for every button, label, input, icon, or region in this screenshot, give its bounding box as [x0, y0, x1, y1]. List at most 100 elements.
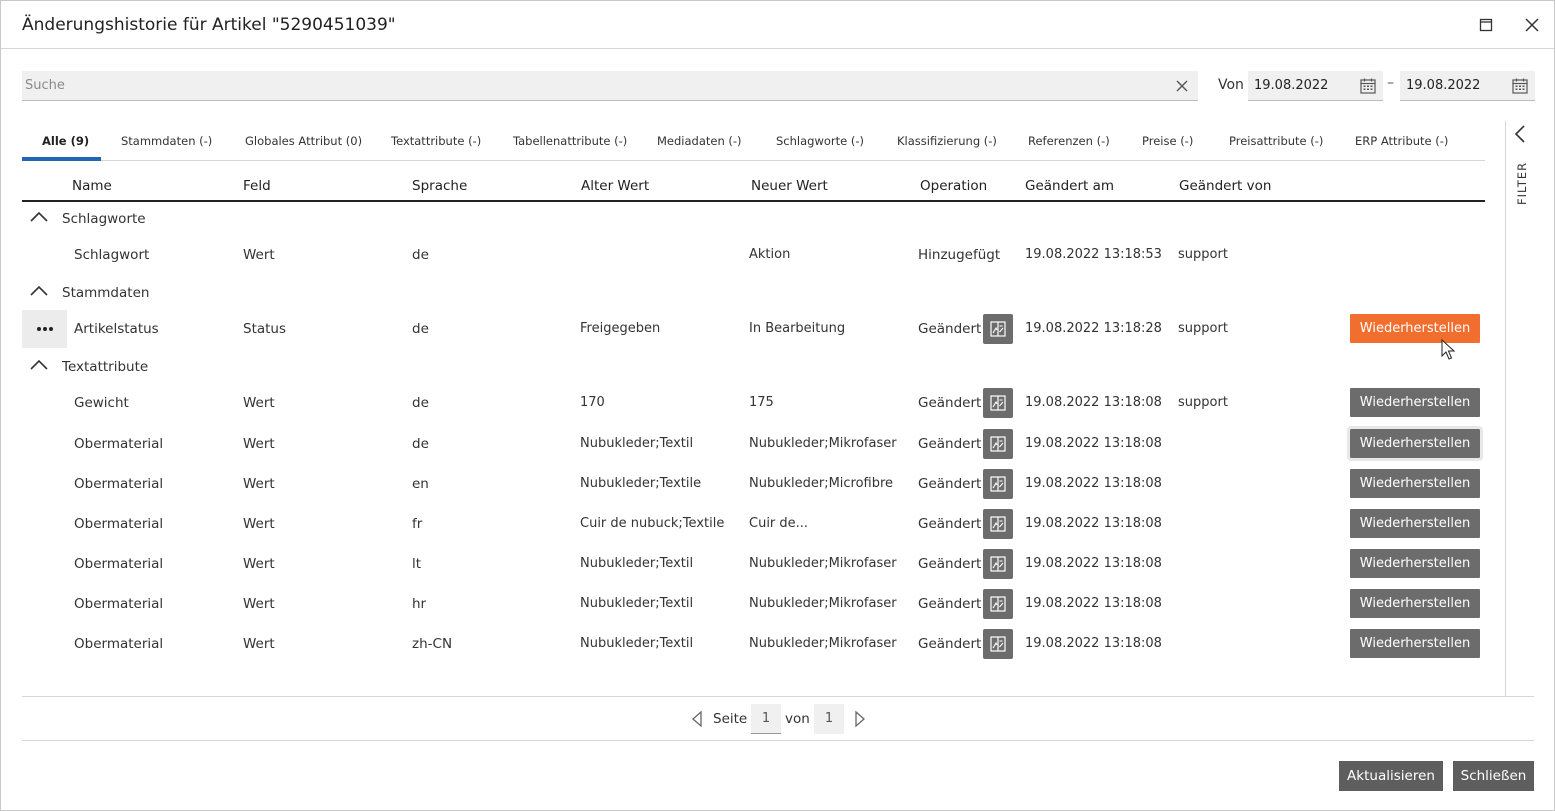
compare-icon: [990, 636, 1006, 652]
tab-preisattribute[interactable]: Preisattribute (-): [1229, 123, 1323, 161]
cell-operation: Geändert: [918, 556, 982, 572]
history-dialog: Änderungshistorie für Artikel "529045103…: [0, 0, 1555, 811]
cell-old-value: Freigegeben: [580, 321, 661, 336]
cell-old-value: Nubukleder;Textil: [580, 556, 694, 571]
cell-date: 19.08.2022 13:18:08: [1025, 436, 1162, 451]
date-to-value: 19.08.2022: [1406, 78, 1481, 93]
cell-old-value: Nubukleder;Textile: [580, 476, 702, 491]
restore-button[interactable]: Wiederherstellen: [1350, 549, 1480, 578]
cell-old-value: Nubukleder;Textil: [580, 596, 694, 611]
tab-mediadaten[interactable]: Mediadaten (-): [657, 123, 742, 161]
restore-button[interactable]: Wiederherstellen: [1350, 509, 1480, 538]
cell-name: Obermaterial: [74, 556, 164, 572]
tab-erp-attribute[interactable]: ERP Attribute (-): [1355, 123, 1448, 161]
col-header-operation[interactable]: Operation: [920, 178, 987, 194]
row-menu-button[interactable]: [22, 310, 67, 348]
page-total: 1: [814, 704, 844, 734]
cell-name: Obermaterial: [74, 436, 164, 452]
cell-operation: Geändert: [918, 436, 982, 452]
tab-tabellenattribute[interactable]: Tabellenattribute (-): [513, 123, 627, 161]
cell-name: Obermaterial: [74, 476, 164, 492]
col-header-neuer-wert[interactable]: Neuer Wert: [751, 178, 828, 194]
restore-button[interactable]: Wiederherstellen: [1350, 388, 1480, 417]
cell-user: support: [1178, 395, 1228, 410]
cell-lang: lt: [412, 556, 422, 572]
cell-new-value: Cuir de...: [749, 516, 809, 531]
tab-bar: Alle (9) Stammdaten (-) Globales Attribu…: [22, 123, 1485, 161]
search-box: [22, 71, 1198, 101]
compare-button[interactable]: [983, 549, 1013, 579]
footer-divider: [22, 740, 1534, 741]
compare-button[interactable]: [983, 469, 1013, 499]
cell-operation: Geändert: [918, 516, 982, 532]
cell-operation: Geändert: [918, 636, 982, 652]
tab-referenzen[interactable]: Referenzen (-): [1028, 123, 1110, 161]
col-header-name[interactable]: Name: [72, 178, 112, 194]
calendar-icon[interactable]: [1511, 77, 1529, 95]
cell-lang: de: [412, 436, 429, 452]
maximize-button[interactable]: [1474, 13, 1498, 37]
tab-alle[interactable]: Alle (9): [42, 123, 89, 161]
close-button[interactable]: [1520, 13, 1544, 37]
col-header-alter-wert[interactable]: Alter Wert: [581, 178, 649, 194]
page-label: Seite: [713, 711, 748, 727]
compare-button[interactable]: [983, 509, 1013, 539]
cell-operation: Hinzugefügt: [918, 247, 1001, 263]
cell-lang: zh-CN: [412, 636, 453, 652]
cell-field: Wert: [243, 556, 275, 572]
next-page-icon[interactable]: [853, 710, 867, 728]
filter-toggle[interactable]: FILTER: [1513, 161, 1529, 211]
close-dialog-button[interactable]: Schließen: [1453, 761, 1534, 791]
tab-globales-attribut[interactable]: Globales Attribut (0): [245, 123, 362, 161]
cell-old-value: Cuir de nubuck;Textile: [580, 516, 725, 531]
cell-new-value: Nubukleder;Mikrofaser: [749, 636, 897, 651]
tab-preise[interactable]: Preise (-): [1142, 123, 1193, 161]
search-input[interactable]: [22, 71, 1162, 100]
date-from-field[interactable]: 19.08.2022: [1248, 71, 1383, 101]
chevron-up-icon[interactable]: [29, 210, 49, 224]
clear-search-icon[interactable]: [1174, 78, 1190, 94]
col-header-geaendert-von[interactable]: Geändert von: [1179, 178, 1271, 194]
tab-textattribute[interactable]: Textattribute (-): [391, 123, 481, 161]
page-input[interactable]: 1: [751, 704, 781, 734]
title-bar: Änderungshistorie für Artikel "529045103…: [1, 1, 1554, 49]
compare-icon: [990, 395, 1006, 411]
date-to-field[interactable]: 19.08.2022: [1400, 71, 1535, 101]
chevron-up-icon[interactable]: [29, 358, 49, 372]
cell-name: Obermaterial: [74, 636, 164, 652]
restore-button[interactable]: Wiederherstellen: [1350, 629, 1480, 658]
cell-date: 19.08.2022 13:18:08: [1025, 516, 1162, 531]
cell-name: Gewicht: [74, 395, 129, 411]
cell-date: 19.08.2022 13:18:08: [1025, 556, 1162, 571]
tab-stammdaten[interactable]: Stammdaten (-): [121, 123, 212, 161]
cell-operation: Geändert: [918, 596, 982, 612]
restore-button[interactable]: Wiederherstellen: [1350, 589, 1480, 618]
cell-field: Wert: [243, 436, 275, 452]
chevron-left-icon[interactable]: [1511, 123, 1531, 145]
prev-page-icon[interactable]: [690, 710, 704, 728]
cell-lang: de: [412, 247, 429, 263]
tab-klassifizierung[interactable]: Klassifizierung (-): [897, 123, 997, 161]
compare-button[interactable]: [983, 589, 1013, 619]
compare-button[interactable]: [983, 629, 1013, 659]
restore-button[interactable]: Wiederherstellen: [1350, 314, 1480, 343]
tab-schlagworte[interactable]: Schlagworte (-): [776, 123, 864, 161]
cell-date: 19.08.2022 13:18:08: [1025, 476, 1162, 491]
cell-new-value: Nubukleder;Mikrofaser: [749, 556, 897, 571]
cell-field: Wert: [243, 596, 275, 612]
col-header-feld[interactable]: Feld: [243, 178, 271, 194]
maximize-icon: [1479, 18, 1493, 32]
compare-button[interactable]: [983, 429, 1013, 459]
col-header-sprache[interactable]: Sprache: [412, 178, 467, 194]
cell-field: Wert: [243, 395, 275, 411]
refresh-button[interactable]: Aktualisieren: [1339, 761, 1443, 791]
restore-button[interactable]: Wiederherstellen: [1350, 469, 1480, 498]
compare-button[interactable]: [983, 388, 1013, 418]
cell-date: 19.08.2022 13:18:28: [1025, 321, 1162, 336]
compare-button[interactable]: [983, 314, 1013, 344]
restore-button[interactable]: Wiederherstellen: [1347, 426, 1483, 461]
col-header-geaendert-am[interactable]: Geändert am: [1025, 178, 1114, 194]
chevron-up-icon[interactable]: [29, 284, 49, 298]
calendar-icon[interactable]: [1359, 77, 1377, 95]
cell-new-value: 175: [749, 395, 774, 410]
